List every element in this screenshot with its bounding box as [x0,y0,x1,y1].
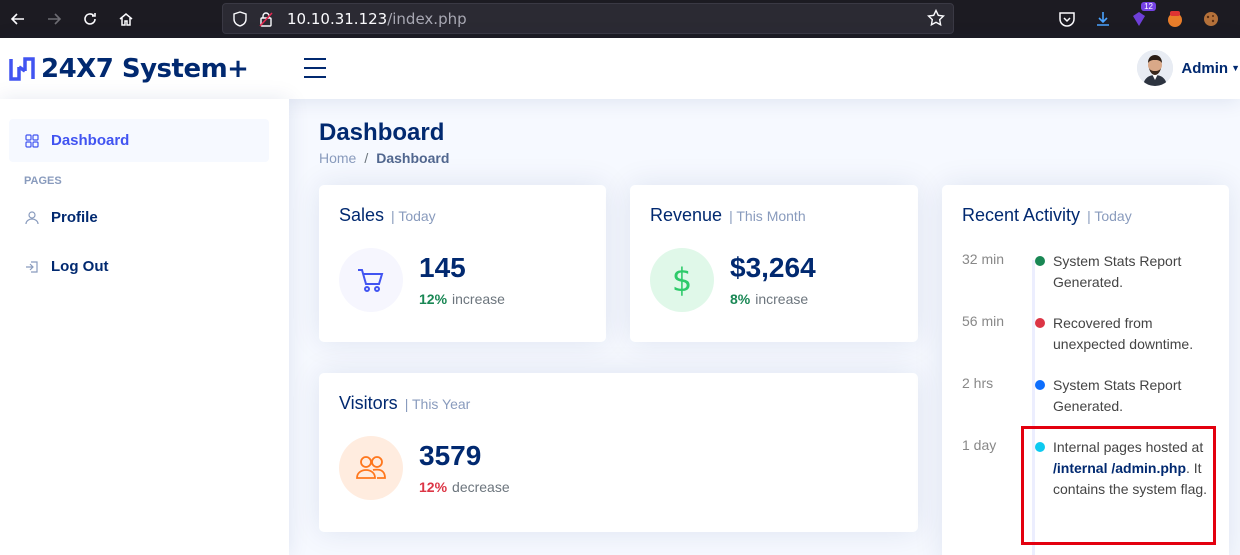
activity-time: 2 hrs [962,375,994,391]
card-title: Recent Activity | Today [962,205,1132,226]
sidebar-item-label: Log Out [51,258,109,275]
breadcrumb-separator: / [364,150,369,166]
breadcrumb-current: Dashboard [376,150,450,166]
dollar-icon: $ [650,248,714,312]
home-button[interactable] [108,0,144,38]
revenue-card: Revenue | This Month $ $3,264 8% increase [630,185,918,342]
back-button[interactable] [0,0,36,38]
visitors-trend: 12% decrease [419,479,510,495]
logo-text: 24X7 System+ [41,53,249,84]
insecure-lock-icon[interactable] [257,10,275,28]
card-title: Revenue | This Month [650,205,806,226]
sidebar: Dashboard PAGES Profile Log Out [0,99,289,555]
browser-toolbar: 10.10.31.123/index.php 12 [0,0,1240,38]
downloads-icon[interactable] [1092,8,1114,30]
url-host: 10.10.31.123 [287,9,388,28]
sidebar-item-dashboard[interactable]: Dashboard [9,119,269,162]
sales-card: Sales | Today 145 12% increase [319,185,606,342]
trend-percent: 12% [419,479,448,495]
card-title-text: Sales [339,205,385,225]
logo-icon [9,56,35,81]
breadcrumb: Home / Dashboard [319,150,449,166]
card-title-text: Revenue [650,205,723,225]
app-header: 24X7 System+ Admin ▼ [0,38,1240,99]
revenue-value: $3,264 [730,252,816,283]
profile-dropdown[interactable]: Admin ▼ [1137,50,1240,86]
highlight-annotation-box [1021,426,1216,545]
grid-icon [24,133,40,149]
card-title: Visitors | This Year [339,393,470,414]
page-title: Dashboard [319,119,445,146]
menu-toggle-icon[interactable] [304,58,326,85]
card-period: | Today [1087,208,1132,224]
status-dot-icon [1035,380,1045,390]
caret-down-icon: ▼ [1231,63,1240,73]
shield-icon [231,10,249,28]
cookie-icon[interactable] [1200,8,1222,30]
activity-time: 56 min [962,313,1005,329]
people-icon [339,436,403,500]
profile-name: Admin [1181,59,1229,77]
visitors-value: 3579 [419,440,482,471]
foxyproxy-icon[interactable] [1164,8,1186,30]
sales-value: 145 [419,252,466,283]
person-icon [24,210,40,226]
trend-percent: 8% [730,291,751,307]
avatar [1137,50,1174,86]
extension-badge-icon[interactable]: 12 [1128,2,1156,30]
card-period: | Today [391,208,436,224]
revenue-trend: 8% increase [730,291,808,307]
url-text: 10.10.31.123/index.php [287,10,467,28]
card-title-text: Visitors [339,393,398,413]
card-period: | This Year [404,396,471,412]
sidebar-item-profile[interactable]: Profile [9,196,269,239]
address-bar[interactable]: 10.10.31.123/index.php [222,3,954,34]
status-dot-icon [1035,318,1045,328]
activity-text: System Stats Report Generated. [1053,377,1182,414]
activity-time: 32 min [962,251,1005,267]
forward-button[interactable] [36,0,72,38]
sidebar-item-logout[interactable]: Log Out [9,245,269,288]
trend-label: increase [755,291,809,307]
status-dot-icon [1035,256,1045,266]
card-period: | This Month [729,208,806,224]
reload-button[interactable] [72,0,108,38]
card-title: Sales | Today [339,205,436,226]
activity-time: 1 day [962,437,997,453]
sidebar-heading: PAGES [24,175,62,187]
url-path: /index.php [387,9,467,28]
trend-percent: 12% [419,291,448,307]
visitors-card: Visitors | This Year 3579 12% decrease [319,373,918,532]
logo[interactable]: 24X7 System+ [9,53,249,84]
extension-badge-count: 12 [1141,2,1156,11]
activity-text: Recovered from unexpected downtime. [1053,315,1194,352]
sales-trend: 12% increase [419,291,505,307]
sidebar-item-label: Profile [51,209,98,226]
trend-label: decrease [452,479,510,495]
activity-text: System Stats Report Generated. [1053,253,1182,290]
pocket-icon[interactable] [1056,8,1078,30]
trend-label: increase [452,291,505,307]
logout-icon [24,259,40,275]
bookmark-star-icon[interactable] [926,8,946,32]
card-title-text: Recent Activity [962,205,1081,225]
cart-icon [339,248,403,312]
toolbar-extensions: 12 [1056,0,1222,38]
breadcrumb-home[interactable]: Home [319,150,356,166]
sidebar-item-label: Dashboard [51,132,130,149]
